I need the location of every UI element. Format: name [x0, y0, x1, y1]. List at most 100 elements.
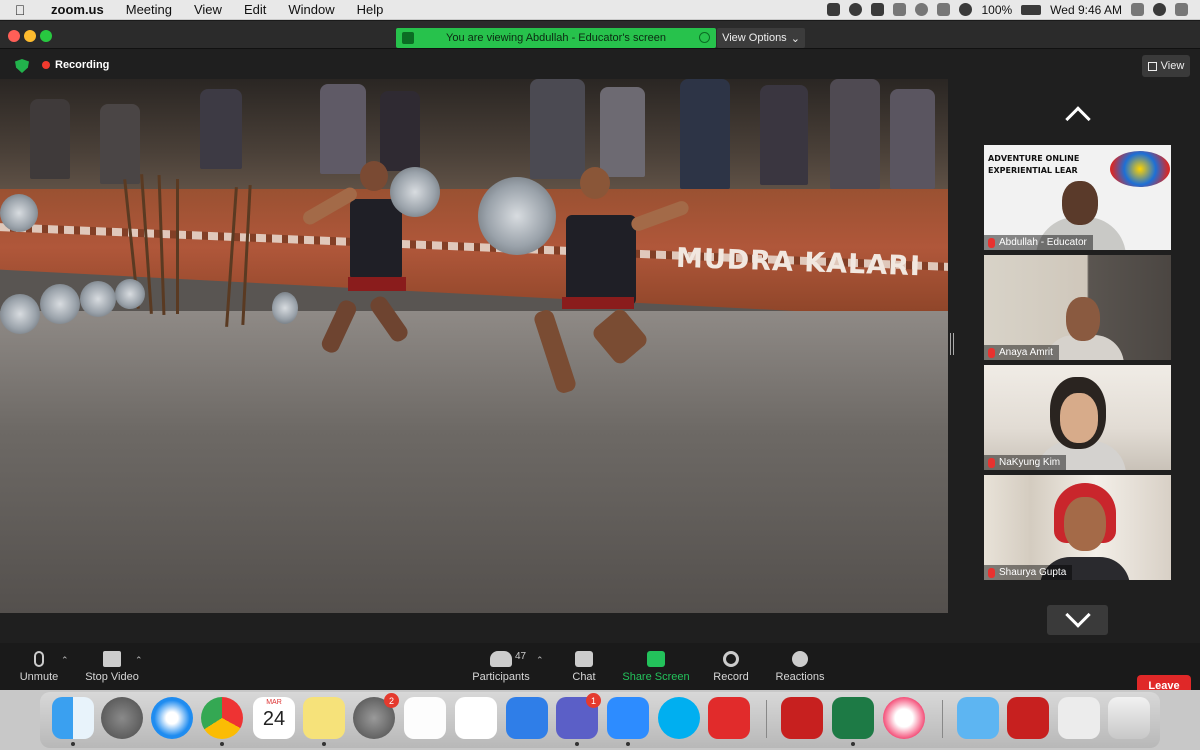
banner-info-icon[interactable] [699, 32, 710, 43]
muted-mic-icon [988, 457, 995, 468]
security-shield-icon[interactable] [15, 59, 29, 73]
pages-icon[interactable] [404, 697, 446, 739]
menu-clock[interactable]: Wed 9:46 AM [1050, 3, 1122, 17]
app-menu[interactable]: zoom.us [40, 2, 115, 17]
video-options-caret[interactable]: ⌃ [135, 655, 143, 666]
participant-tile-shaurya[interactable]: Shaurya Gupta [984, 475, 1171, 580]
participant-count: 47 [515, 651, 527, 662]
calendar-month: MAR [266, 699, 282, 706]
participant-face [1062, 181, 1098, 225]
participant-face [1064, 497, 1106, 551]
participant-face [1060, 393, 1098, 443]
zoom-icon[interactable] [607, 697, 649, 739]
cloud-icon[interactable] [849, 3, 863, 16]
recording-label: Recording [55, 59, 110, 71]
view-label: View [1160, 60, 1185, 72]
muted-mic-icon [988, 237, 995, 248]
spotlight-search-icon[interactable] [1131, 3, 1144, 16]
chevron-down-icon: ⌄ [790, 32, 800, 45]
video-camera-icon [103, 651, 121, 667]
maximize-window-button[interactable] [40, 30, 52, 42]
participant-tile-nakyung[interactable]: NaKyung Kim [984, 365, 1171, 470]
gallery-scroll-down-button[interactable] [1047, 602, 1108, 635]
music-icon[interactable] [883, 697, 925, 739]
panel-resize-handle[interactable] [950, 333, 954, 355]
participant-face [1066, 297, 1100, 341]
view-options-button[interactable]: View Options ⌄ [717, 28, 805, 48]
participant-name-label: Shaurya Gupta [984, 565, 1073, 580]
zoom-status-icon[interactable] [827, 3, 841, 16]
finder-icon[interactable] [52, 697, 94, 739]
audio-options-caret[interactable]: ⌃ [61, 655, 69, 666]
safari-icon[interactable] [151, 697, 193, 739]
acrobat-icon[interactable] [781, 697, 823, 739]
gallery-scroll-up-button[interactable] [1048, 99, 1108, 132]
five-icon[interactable] [871, 3, 885, 16]
launchpad-icon[interactable] [101, 697, 143, 739]
menu-bar-status-area: 100% Wed 9:46 AM [827, 3, 1200, 17]
share-screen-icon [647, 651, 665, 667]
zoom-meeting-window: You are viewing Abdullah - Educator's sc… [0, 21, 1200, 697]
unmute-button[interactable]: Unmute [12, 643, 66, 683]
view-options-label: View Options [722, 32, 787, 44]
n-icon[interactable] [915, 3, 929, 16]
shared-screen-video[interactable]: MUDRA KALARI [0, 79, 948, 613]
wifi-icon[interactable] [959, 3, 973, 16]
skype-icon[interactable] [658, 697, 700, 739]
layout-grid-icon [1147, 61, 1157, 71]
participants-button[interactable]: Participants [468, 643, 534, 683]
menu-meeting[interactable]: Meeting [115, 2, 183, 17]
record-button[interactable]: Record [710, 643, 752, 683]
pdf-document-icon[interactable] [1007, 697, 1049, 739]
reactions-button[interactable]: Reactions [774, 643, 826, 683]
apple-menu-icon[interactable]:  [0, 2, 40, 18]
user-avatar-icon[interactable] [1153, 3, 1166, 16]
clipboard-icon[interactable] [893, 3, 907, 16]
menu-help[interactable]: Help [346, 2, 395, 17]
numbers-icon[interactable] [455, 697, 497, 739]
menu-edit[interactable]: Edit [233, 2, 277, 17]
participants-icon [490, 651, 512, 667]
calendar-day: 24 [262, 708, 286, 730]
trash-icon[interactable] [1108, 697, 1150, 739]
participant-name-label: Abdullah - Educator [984, 235, 1093, 250]
macos-menu-bar:  zoom.us Meeting View Edit Window Help … [0, 0, 1200, 20]
participant-name-label: NaKyung Kim [984, 455, 1067, 470]
share-indicator-icon [402, 32, 414, 44]
chevron-down-icon [1064, 602, 1091, 628]
menu-view[interactable]: View [183, 2, 233, 17]
chat-button[interactable]: Chat [566, 643, 602, 683]
muted-microphone-icon [34, 651, 44, 667]
stickies-icon[interactable] [303, 697, 345, 739]
menu-window[interactable]: Window [277, 2, 345, 17]
participant-tile-abdullah[interactable]: ADVENTURE ONLINE EXPERIENTIAL LEAR Abdul… [984, 145, 1171, 250]
muted-mic-icon [988, 567, 995, 578]
battery-percent: 100% [981, 2, 1013, 17]
battery-icon[interactable] [1021, 4, 1042, 15]
participant-name-label: Anaya Amrit [984, 345, 1059, 360]
adventure-brand-text: ADVENTURE ONLINE EXPERIENTIAL LEAR [988, 154, 1080, 175]
chrome-icon[interactable] [201, 697, 243, 739]
system-preferences-badge: 2 [384, 693, 399, 708]
downloads-folder-icon[interactable] [957, 697, 999, 739]
participant-tile-anaya[interactable]: Anaya Amrit [984, 255, 1171, 360]
recording-indicator[interactable]: Recording [42, 59, 109, 71]
view-layout-button[interactable]: View [1142, 55, 1190, 77]
keynote-icon[interactable] [506, 697, 548, 739]
minimize-window-button[interactable] [24, 30, 36, 42]
participants-options-caret[interactable]: ⌃ [536, 655, 544, 666]
control-center-icon[interactable] [1175, 3, 1188, 16]
arena-floor [0, 311, 948, 613]
anydesk-icon[interactable] [708, 697, 750, 739]
calendar-icon[interactable]: MAR 24 [253, 697, 295, 739]
share-screen-button[interactable]: Share Screen [622, 643, 690, 683]
emoji-reaction-icon [792, 651, 808, 667]
viewing-banner-text: You are viewing Abdullah - Educator's sc… [446, 32, 666, 44]
record-icon [723, 651, 739, 667]
excel-icon[interactable] [832, 697, 874, 739]
audio-file-icon[interactable] [1058, 697, 1100, 739]
chat-bubble-icon [575, 651, 593, 667]
bluetooth-icon[interactable] [937, 3, 951, 16]
close-window-button[interactable] [8, 30, 20, 42]
macos-dock: MAR 24 2 1 [0, 690, 1200, 750]
